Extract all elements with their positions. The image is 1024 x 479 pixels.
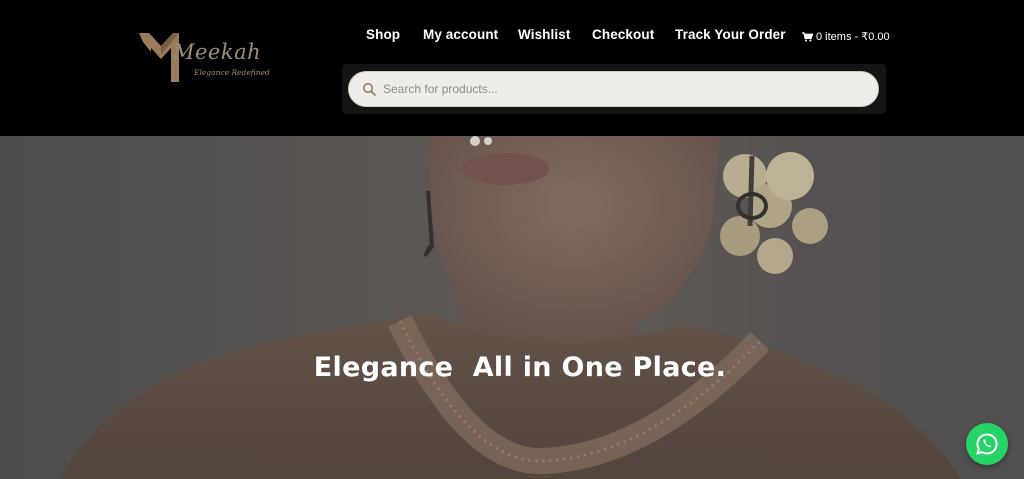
nav-my-account[interactable]: My account bbox=[423, 27, 498, 42]
site-logo[interactable]: Meekah Elegance Redefined bbox=[139, 30, 270, 84]
cart-icon bbox=[802, 31, 813, 41]
whatsapp-chat-button[interactable] bbox=[966, 423, 1008, 465]
search-icon[interactable] bbox=[362, 82, 377, 97]
site-header: Meekah Elegance Redefined Shop My accoun… bbox=[0, 0, 1024, 136]
cart-summary: 0 items - ₹0.00 bbox=[816, 31, 890, 43]
nav-wishlist[interactable]: Wishlist bbox=[518, 27, 570, 42]
logo-tagline: Elegance Redefined bbox=[194, 68, 270, 77]
cart-link[interactable]: 0 items - ₹0.00 bbox=[802, 30, 890, 43]
search-bar bbox=[342, 64, 886, 114]
nav-track-order[interactable]: Track Your Order bbox=[675, 27, 786, 42]
whatsapp-icon bbox=[976, 433, 998, 455]
nav-checkout[interactable]: Checkout bbox=[592, 27, 654, 42]
search-box bbox=[348, 71, 879, 107]
search-input[interactable] bbox=[383, 76, 863, 102]
hero-banner: Elegance All in One Place. bbox=[0, 136, 1024, 479]
hero-overlay bbox=[0, 136, 1024, 479]
logo-name: Meekah bbox=[173, 40, 262, 64]
nav-shop[interactable]: Shop bbox=[366, 27, 400, 42]
hero-title: Elegance All in One Place. bbox=[313, 352, 727, 383]
